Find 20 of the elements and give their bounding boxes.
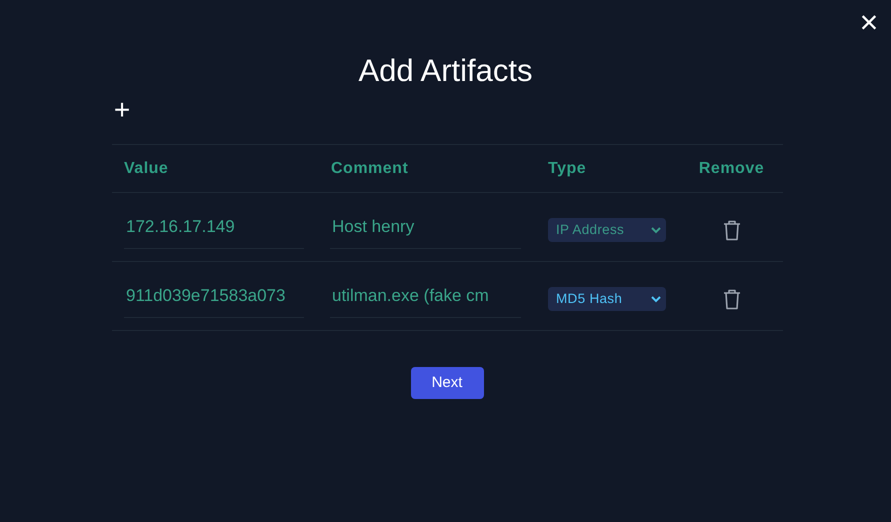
type-dropdown[interactable]: IP Address: [548, 218, 666, 242]
comment-field[interactable]: Host henry: [330, 205, 521, 249]
chevron-down-icon: [651, 296, 661, 302]
close-button[interactable]: ×: [855, 8, 883, 36]
value-field[interactable]: 172.16.17.149: [124, 205, 304, 249]
delete-button[interactable]: [722, 219, 742, 241]
column-header: Value: [124, 160, 168, 176]
type-dropdown[interactable]: MD5 Hash: [548, 287, 666, 311]
chevron-down-icon: [651, 226, 661, 234]
next-button[interactable]: Next: [410, 367, 484, 399]
column-header: Type: [548, 160, 586, 176]
value-field[interactable]: 911d039e71583a073: [124, 274, 304, 318]
comment-field[interactable]: utilman.exe (fake cm: [330, 274, 521, 318]
delete-button[interactable]: [722, 288, 742, 310]
dialog-title: Add Artifacts: [358, 52, 533, 90]
trash-icon: [722, 288, 740, 310]
add-button[interactable]: +: [113, 98, 131, 122]
column-header: Remove: [698, 158, 764, 178]
column-header: Comment: [331, 160, 408, 176]
trash-icon: [722, 220, 740, 240]
